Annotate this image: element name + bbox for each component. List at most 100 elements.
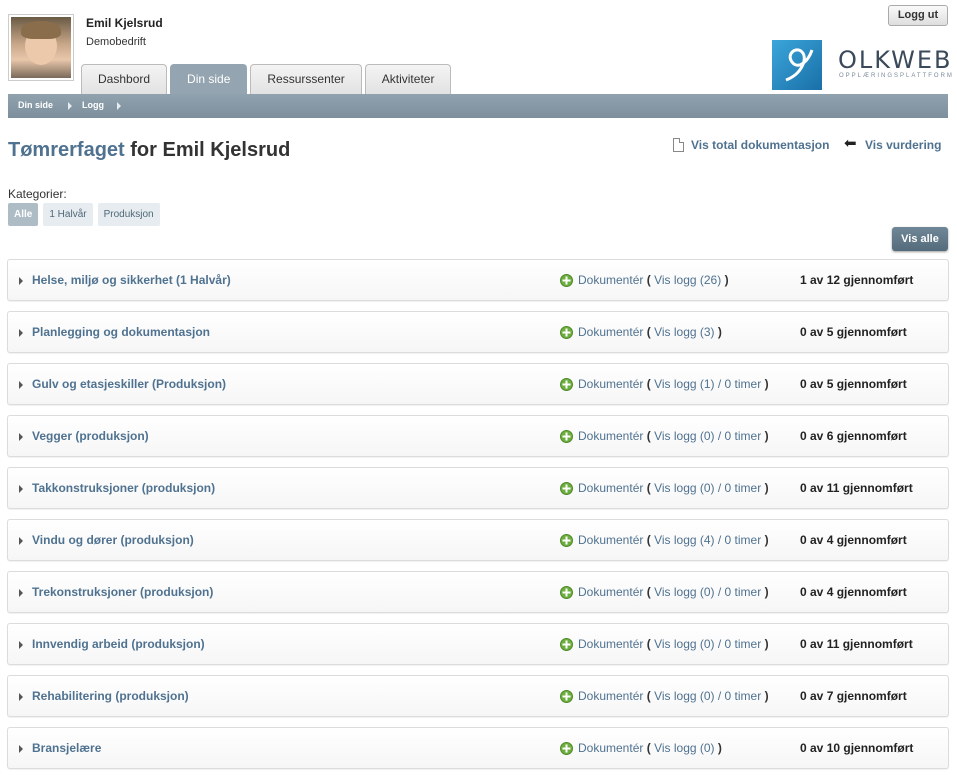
expand-arrow-icon[interactable] [19,277,23,285]
add-icon[interactable] [560,638,573,651]
dokumenter-link[interactable]: Dokumentér [578,637,643,651]
hours-text: / 0 timer [714,637,762,651]
vis-logg-link[interactable]: Vis logg (0) [654,689,714,703]
dokumenter-link[interactable]: Dokumentér [578,585,643,599]
page-title: Tømrerfaget for Emil Kjelsrud [8,139,290,162]
row-status: 0 av 4 gjennomført [800,585,907,599]
list-item[interactable]: Vegger (produksjon) Dokumentér ( Vis log… [7,415,949,457]
add-icon[interactable] [560,482,573,495]
vis-logg-link[interactable]: Vis logg (0) [654,429,714,443]
row-title[interactable]: Innvendig arbeid (produksjon) [32,637,205,651]
add-icon[interactable] [560,274,573,287]
course-link[interactable]: Tømrerfaget [8,139,125,161]
list-item[interactable]: Bransjelære Dokumentér ( Vis logg (0) ) … [7,727,949,769]
row-title[interactable]: Takkonstruksjoner (produksjon) [32,481,215,495]
breadcrumb-din-side[interactable]: Din side [18,100,53,110]
row-status: 0 av 5 gjennomført [800,377,907,391]
dokumenter-link[interactable]: Dokumentér [578,533,643,547]
add-icon[interactable] [560,534,573,547]
list-item[interactable]: Innvendig arbeid (produksjon) Dokumentér… [7,623,949,665]
row-actions: Dokumentér ( Vis logg (26) ) [578,273,729,287]
add-icon[interactable] [560,742,573,755]
row-title[interactable]: Helse, miljø og sikkerhet (1 Halvår) [32,273,231,287]
add-icon[interactable] [560,690,573,703]
olkweb-logo[interactable]: OLKWEB OPPLÆRINGSPLATTFORM [772,40,952,90]
breadcrumb-arrow-icon [68,102,72,110]
list-item[interactable]: Gulv og etasjeskiller (Produksjon) Dokum… [7,363,949,405]
hours-text: / 0 timer [714,533,762,547]
row-title[interactable]: Planlegging og dokumentasjon [32,325,210,339]
add-icon[interactable] [560,430,573,443]
expand-arrow-icon[interactable] [19,641,23,649]
expand-arrow-icon[interactable] [19,589,23,597]
hours-text: / 0 timer [714,481,762,495]
list-item[interactable]: Planlegging og dokumentasjon Dokumentér … [7,311,949,353]
row-actions: Dokumentér ( Vis logg (1) / 0 timer ) [578,377,769,391]
row-title[interactable]: Trekonstruksjoner (produksjon) [32,585,213,599]
add-icon[interactable] [560,378,573,391]
vis-logg-link[interactable]: Vis logg (0) [654,741,714,755]
row-title[interactable]: Gulv og etasjeskiller (Produksjon) [32,377,226,391]
row-status: 0 av 4 gjennomført [800,533,907,547]
vis-logg-link[interactable]: Vis logg (0) [654,637,714,651]
add-icon[interactable] [560,326,573,339]
tab-din-side[interactable]: Din side [170,64,248,94]
vis-logg-link[interactable]: Vis logg (26) [654,273,721,287]
expand-arrow-icon[interactable] [19,329,23,337]
vis-alle-button[interactable]: Vis alle [892,227,948,251]
row-title[interactable]: Vindu og dører (produksjon) [32,533,194,547]
vis-logg-link[interactable]: Vis logg (4) [654,533,714,547]
competence-list: Helse, miljø og sikkerhet (1 Halvår) Dok… [7,259,949,775]
list-item[interactable]: Rehabilitering (produksjon) Dokumentér (… [7,675,949,717]
row-actions: Dokumentér ( Vis logg (0) / 0 timer ) [578,429,769,443]
list-item[interactable]: Vindu og dører (produksjon) Dokumentér (… [7,519,949,561]
tab-aktiviteter[interactable]: Aktiviteter [364,64,452,94]
tab-ressurssenter[interactable]: Ressurssenter [250,64,362,94]
dokumenter-link[interactable]: Dokumentér [578,481,643,495]
category-filters: Alle 1 Halvår Produksjon [8,203,160,226]
vis-logg-link[interactable]: Vis logg (0) [654,481,714,495]
dokumenter-link[interactable]: Dokumentér [578,689,643,703]
dokumenter-link[interactable]: Dokumentér [578,377,643,391]
list-item[interactable]: Helse, miljø og sikkerhet (1 Halvår) Dok… [7,259,949,301]
vis-total-dokumentasjon-link[interactable]: Vis total dokumentasjon [691,138,829,152]
expand-arrow-icon[interactable] [19,485,23,493]
page-title-rest: for Emil Kjelsrud [124,139,291,161]
row-actions: Dokumentér ( Vis logg (0) ) [578,741,722,755]
breadcrumb-logg[interactable]: Logg [82,100,104,110]
add-icon[interactable] [560,586,573,599]
row-title[interactable]: Bransjelære [32,741,101,755]
hours-text: / 0 timer [714,585,762,599]
breadcrumb-arrow-icon [117,102,121,110]
logout-button[interactable]: Logg ut [888,5,948,26]
expand-arrow-icon[interactable] [19,433,23,441]
category-produksjon[interactable]: Produksjon [97,203,160,226]
row-title[interactable]: Rehabilitering (produksjon) [32,689,189,703]
dokumenter-link[interactable]: Dokumentér [578,741,643,755]
row-status: 0 av 6 gjennomført [800,429,907,443]
dokumenter-link[interactable]: Dokumentér [578,325,643,339]
list-item[interactable]: Takkonstruksjoner (produksjon) Dokumenté… [7,467,949,509]
row-actions: Dokumentér ( Vis logg (4) / 0 timer ) [578,533,769,547]
hours-text: / 0 timer [714,429,762,443]
category-alle[interactable]: Alle [8,203,39,226]
row-actions: Dokumentér ( Vis logg (0) / 0 timer ) [578,689,769,703]
vis-logg-link[interactable]: Vis logg (1) [654,377,714,391]
dokumenter-link[interactable]: Dokumentér [578,273,643,287]
back-arrow-icon: ⬅ [844,135,857,152]
vis-vurdering-link[interactable]: Vis vurdering [865,138,941,152]
category-1-halvar[interactable]: 1 Halvår [43,203,93,226]
vis-logg-link[interactable]: Vis logg (3) [654,325,714,339]
main-tabs: Dashbord Din side Ressurssenter Aktivite… [81,64,452,94]
expand-arrow-icon[interactable] [19,745,23,753]
user-company: Demobedrift [86,36,146,48]
vis-logg-link[interactable]: Vis logg (0) [654,585,714,599]
expand-arrow-icon[interactable] [19,537,23,545]
expand-arrow-icon[interactable] [19,381,23,389]
dokumenter-link[interactable]: Dokumentér [578,429,643,443]
row-title[interactable]: Vegger (produksjon) [32,429,149,443]
tab-dashbord[interactable]: Dashbord [81,64,168,94]
list-item[interactable]: Trekonstruksjoner (produksjon) Dokumenté… [7,571,949,613]
expand-arrow-icon[interactable] [19,693,23,701]
row-status: 0 av 11 gjennomført [800,637,913,651]
